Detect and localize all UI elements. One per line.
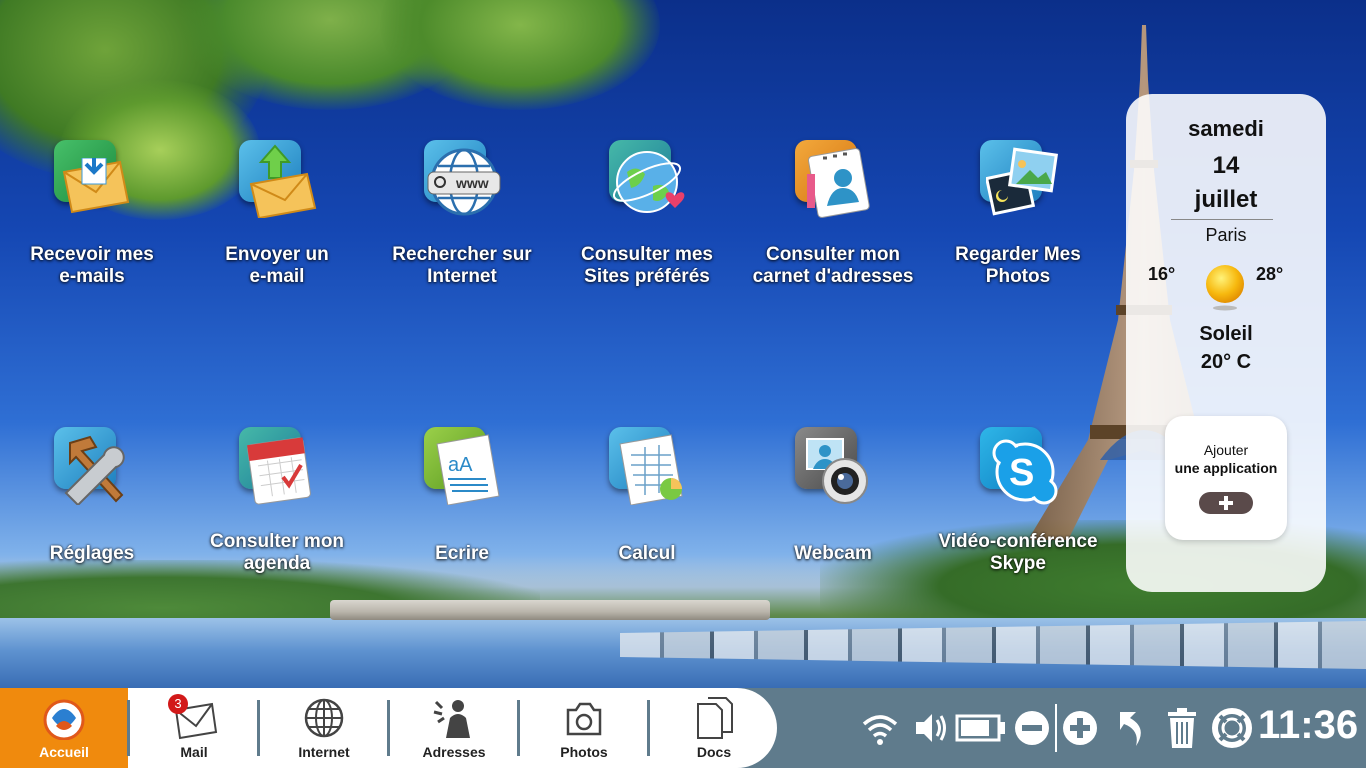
svg-text:aA: aA [448,454,473,476]
photos-icon [978,138,1058,218]
dock-item-photos[interactable]: Photos [520,688,648,768]
app-label: Réglages [49,543,135,564]
add-app-label-1: Ajouter [1203,442,1249,458]
app-send-mail[interactable]: Envoyer un e-mail [182,138,372,288]
wifi-icon[interactable] [860,706,900,750]
app-label: Regarder Mes Photos [955,244,1081,287]
dock: Accueil 3 Mail Internet Adresses Photos … [0,688,777,768]
app-settings[interactable]: Réglages [0,425,187,565]
weather-date: 14 [1212,152,1240,179]
add-application-button[interactable]: Ajouter une application [1165,416,1287,540]
taskbar: Accueil 3 Mail Internet Adresses Photos … [0,688,1366,768]
settings-tools-icon [52,425,132,505]
app-label: Webcam [794,543,872,564]
contacts-icon [433,700,470,738]
app-favorite-sites[interactable]: Consulter mes Sites préférés [552,138,742,288]
plus-icon [1199,492,1253,514]
app-label: Consulter mon carnet d'adresses [752,244,914,287]
dock-label: Accueil [39,744,89,760]
weather-condition: Soleil [1199,323,1253,345]
app-web-search[interactable]: www Rechercher sur Internet [367,138,557,288]
divider [1171,219,1273,220]
weather-temp-max: 28° [1256,264,1284,284]
app-spreadsheet[interactable]: Calcul [552,425,742,565]
receive-mail-icon [52,138,132,218]
weather-month: juillet [1194,186,1258,213]
home-icon [43,699,85,740]
app-skype[interactable]: S Vidéo-conférence Skype [923,425,1113,575]
dock-label: Adresses [422,744,486,760]
app-label: Ecrire [435,543,489,564]
writer-icon: aA [422,425,502,505]
app-label: Vidéo-conférence Skype [938,531,1098,574]
favorite-sites-icon [607,138,687,218]
sun-icon [1206,265,1244,311]
bridge [330,600,770,620]
app-receive-mail[interactable]: Recevoir mes e-mails [0,138,187,288]
camera-icon [566,702,602,736]
dock-item-docs[interactable]: Docs [650,688,778,768]
app-label: Rechercher sur Internet [392,244,532,287]
dock-item-home[interactable]: Accueil [0,688,128,768]
web-search-icon: www [422,138,502,218]
svg-text:www: www [455,175,489,191]
weather-temperature: 20° C [1200,351,1252,373]
skype-icon: S [978,425,1058,505]
dock-label: Docs [696,744,732,760]
webcam-icon [793,425,873,505]
divider [1055,704,1057,752]
app-label: Consulter mes Sites préférés [581,244,713,287]
help-lifebuoy-icon[interactable] [1212,706,1252,750]
weather-widget: samedi 14 juillet Paris 16° 28° Soleil 2… [1126,94,1326,592]
app-label: Calcul [618,543,676,564]
app-address-book[interactable]: Consulter mon carnet d'adresses [738,138,928,288]
calendar-icon [237,425,317,505]
zoom-out-icon[interactable] [1012,706,1052,750]
clock: 11:36 [1258,703,1359,747]
back-icon[interactable] [1112,706,1152,750]
weather-temp-min: 16° [1148,264,1176,284]
zoom-in-icon[interactable] [1060,706,1100,750]
dock-item-addresses[interactable]: Adresses [390,688,518,768]
app-photos[interactable]: Regarder Mes Photos [923,138,1113,288]
dock-label: Photos [560,744,608,760]
address-book-icon [793,138,873,218]
weather-city: Paris [1205,225,1247,245]
globe-icon [304,698,344,738]
volume-icon[interactable] [910,706,950,750]
svg-text:S: S [1009,452,1034,494]
weather-day: samedi [1188,116,1264,141]
unread-badge: 3 [168,694,188,714]
app-label: Envoyer un e-mail [225,244,329,287]
app-writer[interactable]: aA Ecrire [367,425,557,565]
dock-item-internet[interactable]: Internet [260,688,388,768]
trash-icon[interactable] [1162,706,1202,750]
documents-icon [697,697,733,739]
add-app-label-2: une application [1174,460,1278,476]
app-label: Recevoir mes e-mails [30,244,154,287]
dock-label: Mail [180,744,208,760]
battery-icon[interactable] [955,706,1007,750]
dock-label: Internet [298,744,350,760]
send-mail-icon [237,138,317,218]
dock-item-mail[interactable]: 3 Mail [130,688,258,768]
app-label: Consulter mon agenda [209,531,345,574]
app-calendar[interactable]: Consulter mon agenda [182,425,372,575]
app-webcam[interactable]: Webcam [738,425,928,565]
spreadsheet-icon [607,425,687,505]
